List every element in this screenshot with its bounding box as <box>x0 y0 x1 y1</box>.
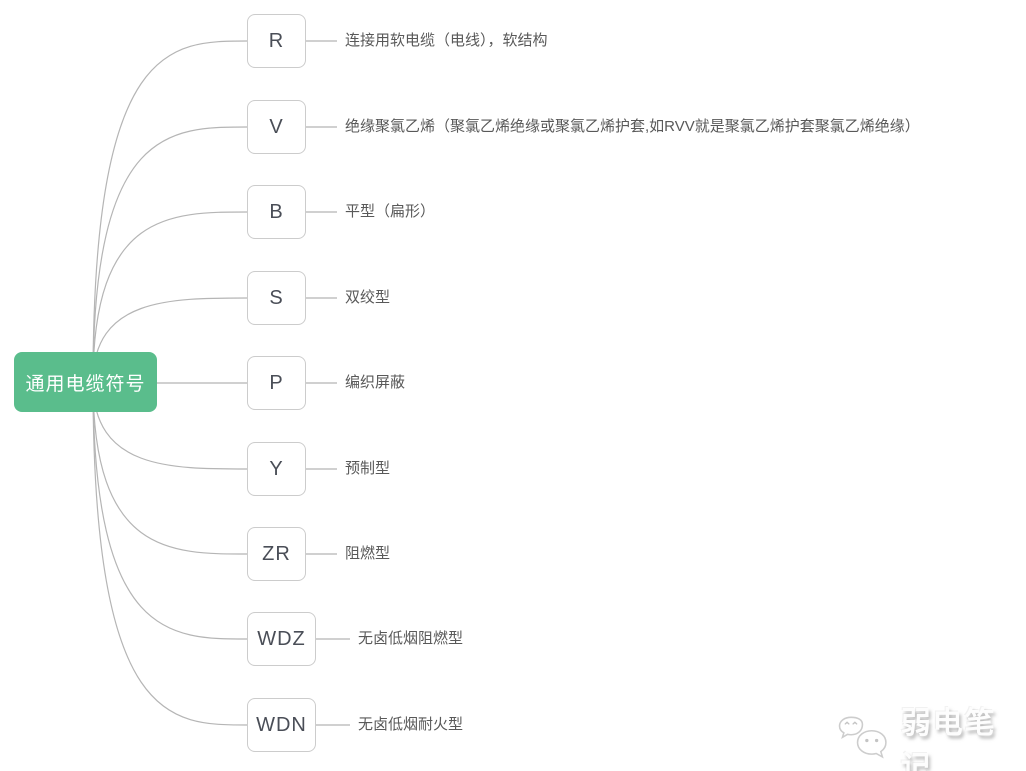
node-zr-description[interactable]: 阻燃型 <box>345 543 390 565</box>
node-v-description[interactable]: 绝缘聚氯乙烯（聚氯乙烯绝缘或聚氯乙烯护套,如RVV就是聚氯乙烯护套聚氯乙烯绝缘） <box>345 116 920 138</box>
node-s-description[interactable]: 双绞型 <box>345 287 390 309</box>
node-s[interactable]: S <box>247 271 306 325</box>
node-y[interactable]: Y <box>247 442 306 496</box>
node-p-description[interactable]: 编织屏蔽 <box>345 372 405 394</box>
node-r[interactable]: R <box>247 14 306 68</box>
watermark-text: 弱电笔记 <box>901 698 1026 771</box>
root-node-general-cable-symbol[interactable]: 通用电缆符号 <box>14 352 157 412</box>
node-wdz[interactable]: WDZ <box>247 612 316 666</box>
watermark: 弱电笔记 <box>836 698 1026 771</box>
node-wdn-description[interactable]: 无卤低烟耐火型 <box>358 714 463 736</box>
node-wdn[interactable]: WDN <box>247 698 316 752</box>
node-b-description[interactable]: 平型（扁形） <box>345 201 435 223</box>
node-p[interactable]: P <box>247 356 306 410</box>
node-y-description[interactable]: 预制型 <box>345 458 390 480</box>
node-r-description[interactable]: 连接用软电缆（电线），软结构 <box>345 30 548 52</box>
wechat-chat-bubbles-icon <box>836 716 897 768</box>
node-wdz-description[interactable]: 无卤低烟阻燃型 <box>358 628 463 650</box>
edge-root-r <box>93 41 247 382</box>
node-b[interactable]: B <box>247 185 306 239</box>
edge-root-v <box>93 127 247 382</box>
node-v[interactable]: V <box>247 100 306 154</box>
mindmap-canvas: 通用电缆符号 R 连接用软电缆（电线），软结构 V 绝缘聚氯乙烯（聚氯乙烯绝缘或… <box>0 0 1026 771</box>
node-zr[interactable]: ZR <box>247 527 306 581</box>
edge-root-wdz <box>93 382 247 639</box>
